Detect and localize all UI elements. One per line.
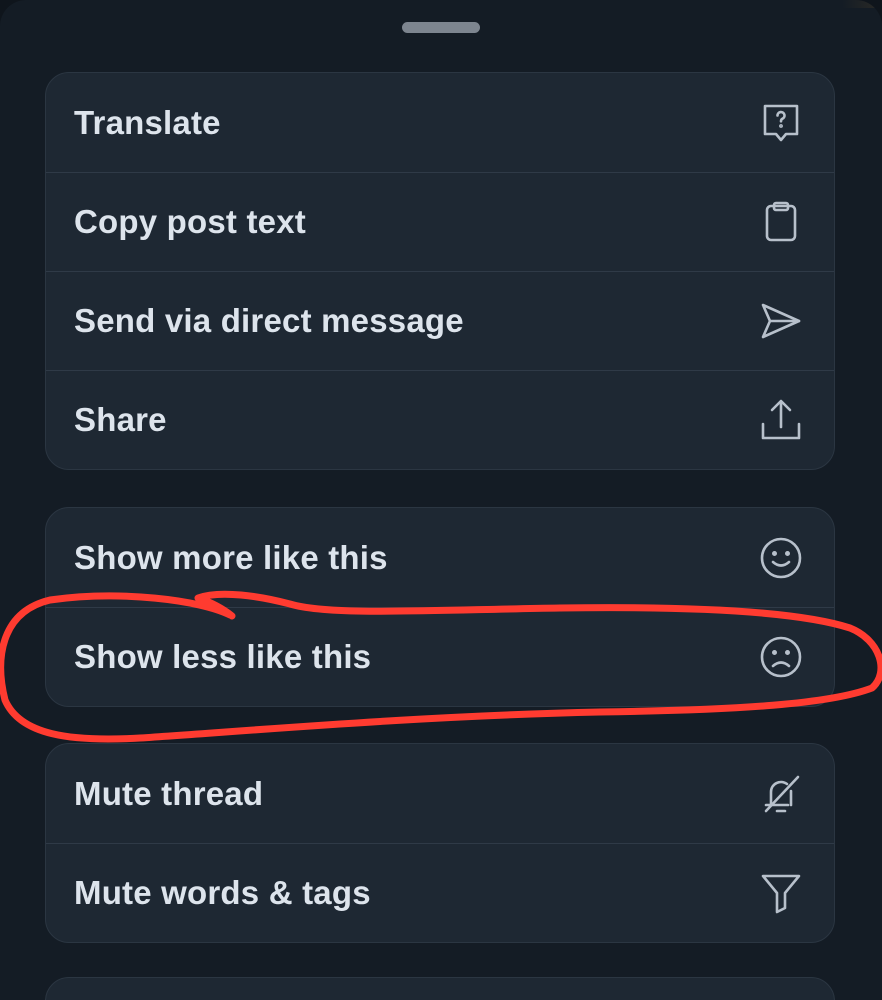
menu-group-more xyxy=(45,977,835,1000)
menu-item-show-more-like-this[interactable]: Show more like this xyxy=(46,508,834,607)
menu-group-feed-feedback: Show more like this Show less like this xyxy=(45,507,835,707)
menu-item-label: Translate xyxy=(74,103,221,141)
menu-item-translate[interactable]: Translate xyxy=(46,73,834,172)
mute-bell-icon xyxy=(758,771,804,817)
filter-icon xyxy=(758,870,804,916)
menu-item-label: Send via direct message xyxy=(74,302,464,339)
menu-item-label: Show more like this xyxy=(74,538,388,576)
menu-item-label: Mute words & tags xyxy=(74,874,371,911)
bottom-sheet-menu: Translate Copy post text Send via direct… xyxy=(0,0,882,1000)
translate-icon xyxy=(758,100,804,146)
menu-item-send-via-direct-message[interactable]: Send via direct message xyxy=(46,271,834,370)
menu-group-mute: Mute thread Mute words & tags xyxy=(45,743,835,943)
send-icon xyxy=(758,298,804,344)
clipboard-icon xyxy=(758,199,804,245)
menu-item-copy-post-text[interactable]: Copy post text xyxy=(46,172,834,271)
share-icon xyxy=(758,397,804,443)
smiley-icon xyxy=(758,535,804,581)
menu-item-mute-words-and-tags[interactable]: Mute words & tags xyxy=(46,843,834,942)
menu-item-mute-thread[interactable]: Mute thread xyxy=(46,744,834,843)
menu-item-label: Copy post text xyxy=(74,203,306,240)
menu-item-share[interactable]: Share xyxy=(46,370,834,469)
menu-item-show-less-like-this[interactable]: Show less like this xyxy=(46,607,834,706)
menu-group-post-actions: Translate Copy post text Send via direct… xyxy=(45,72,835,470)
menu-item-label: Share xyxy=(74,401,167,438)
menu-item-label: Mute thread xyxy=(74,774,264,812)
frown-icon xyxy=(758,634,804,680)
corner-glint xyxy=(842,0,882,8)
menu-item-label: Show less like this xyxy=(74,638,372,675)
drag-handle[interactable] xyxy=(402,22,480,33)
